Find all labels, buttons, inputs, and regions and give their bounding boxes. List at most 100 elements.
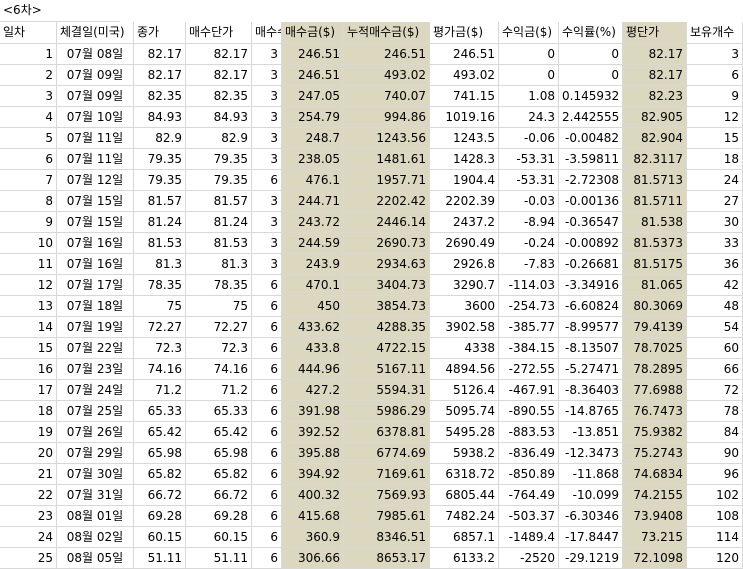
table-cell[interactable]: -3.59811 <box>559 149 623 170</box>
table-cell[interactable]: 76.7473 <box>623 401 687 422</box>
table-cell[interactable]: 72.1098 <box>623 548 687 569</box>
table-cell[interactable]: 7169.61 <box>344 464 430 485</box>
table-cell[interactable]: 15 <box>0 338 57 359</box>
table-cell[interactable]: 3 <box>252 128 282 149</box>
table-cell[interactable]: 78 <box>687 401 743 422</box>
table-cell[interactable]: 79.35 <box>134 170 186 191</box>
table-cell[interactable]: 2690.73 <box>344 233 430 254</box>
table-cell[interactable]: 395.88 <box>282 443 344 464</box>
table-cell[interactable]: 5126.4 <box>430 380 499 401</box>
table-cell[interactable]: 6 <box>252 170 282 191</box>
table-cell[interactable]: 79.35 <box>186 170 252 191</box>
table-cell[interactable]: 66.72 <box>134 485 186 506</box>
table-cell[interactable]: 78.35 <box>134 275 186 296</box>
table-cell[interactable]: 84 <box>687 422 743 443</box>
table-cell[interactable]: 81.3 <box>186 254 252 275</box>
table-cell[interactable]: 07월 19일 <box>57 317 134 338</box>
table-cell[interactable]: -890.55 <box>499 401 559 422</box>
table-cell[interactable]: -2520 <box>499 548 559 569</box>
table-cell[interactable]: 3404.73 <box>344 275 430 296</box>
table-cell[interactable]: 238.05 <box>282 149 344 170</box>
table-cell[interactable]: 82.23 <box>623 86 687 107</box>
table-cell[interactable]: 07월 09일 <box>57 86 134 107</box>
table-cell[interactable]: 80.3069 <box>623 296 687 317</box>
table-cell[interactable]: 65.82 <box>134 464 186 485</box>
table-cell[interactable]: 60 <box>687 338 743 359</box>
table-cell[interactable]: 90 <box>687 443 743 464</box>
table-cell[interactable]: -11.868 <box>559 464 623 485</box>
table-cell[interactable]: 42 <box>687 275 743 296</box>
table-cell[interactable]: 07월 23일 <box>57 359 134 380</box>
table-cell[interactable]: -0.00892 <box>559 233 623 254</box>
table-cell[interactable]: 19 <box>0 422 57 443</box>
table-cell[interactable]: 3902.58 <box>430 317 499 338</box>
table-cell[interactable]: 8346.51 <box>344 527 430 548</box>
table-cell[interactable]: 7482.24 <box>430 506 499 527</box>
table-cell[interactable]: 23 <box>0 506 57 527</box>
table-cell[interactable]: 75.9382 <box>623 422 687 443</box>
spreadsheet-grid[interactable]: <6차> 일차체결일(미국)종가매수단가매수수매수금($)누적매수금($)평가금… <box>0 0 743 569</box>
table-cell[interactable]: 2446.14 <box>344 212 430 233</box>
table-cell[interactable]: -385.77 <box>499 317 559 338</box>
table-cell[interactable]: 69.28 <box>134 506 186 527</box>
table-cell[interactable]: -0.00482 <box>559 128 623 149</box>
table-cell[interactable]: 6 <box>252 317 282 338</box>
table-cell[interactable]: 96 <box>687 464 743 485</box>
table-cell[interactable]: 6 <box>252 359 282 380</box>
table-cell[interactable]: -6.60824 <box>559 296 623 317</box>
table-cell[interactable]: -883.53 <box>499 422 559 443</box>
table-cell[interactable]: 07월 16일 <box>57 233 134 254</box>
table-cell[interactable]: 69.28 <box>186 506 252 527</box>
table-cell[interactable]: 30 <box>687 212 743 233</box>
table-cell[interactable]: 36 <box>687 254 743 275</box>
table-cell[interactable]: 81.53 <box>134 233 186 254</box>
table-cell[interactable]: 73.9408 <box>623 506 687 527</box>
table-cell[interactable]: 25 <box>0 548 57 569</box>
table-cell[interactable]: 66.72 <box>186 485 252 506</box>
table-cell[interactable]: 72.3 <box>186 338 252 359</box>
table-cell[interactable]: 2.442555 <box>559 107 623 128</box>
table-cell[interactable]: 74.2155 <box>623 485 687 506</box>
table-cell[interactable]: 81.3 <box>134 254 186 275</box>
table-cell[interactable]: 81.5175 <box>623 254 687 275</box>
table-cell[interactable]: 1481.61 <box>344 149 430 170</box>
table-cell[interactable]: 4722.15 <box>344 338 430 359</box>
table-cell[interactable]: 66 <box>687 359 743 380</box>
table-cell[interactable]: 9 <box>0 212 57 233</box>
table-cell[interactable]: 243.9 <box>282 254 344 275</box>
table-cell[interactable]: 6 <box>252 485 282 506</box>
table-cell[interactable]: 78.7025 <box>623 338 687 359</box>
table-cell[interactable]: 741.15 <box>430 86 499 107</box>
table-cell[interactable]: -8.99577 <box>559 317 623 338</box>
table-cell[interactable]: 12 <box>687 107 743 128</box>
table-cell[interactable]: 1428.3 <box>430 149 499 170</box>
table-cell[interactable]: 1.08 <box>499 86 559 107</box>
table-cell[interactable]: -6.30346 <box>559 506 623 527</box>
table-cell[interactable]: 3 <box>252 233 282 254</box>
table-cell[interactable]: 3 <box>0 86 57 107</box>
table-cell[interactable]: 243.72 <box>282 212 344 233</box>
column-header[interactable]: 매수단가 <box>186 22 252 44</box>
table-cell[interactable]: 415.68 <box>282 506 344 527</box>
table-cell[interactable]: 07월 17일 <box>57 275 134 296</box>
table-cell[interactable]: -8.13507 <box>559 338 623 359</box>
table-cell[interactable]: 74.16 <box>186 359 252 380</box>
table-cell[interactable]: 72.27 <box>186 317 252 338</box>
table-cell[interactable]: 9 <box>687 86 743 107</box>
table-cell[interactable]: 444.96 <box>282 359 344 380</box>
table-cell[interactable]: 60.15 <box>186 527 252 548</box>
table-cell[interactable]: 400.32 <box>282 485 344 506</box>
column-header[interactable]: 보유개수 <box>687 22 743 44</box>
table-cell[interactable]: 470.1 <box>282 275 344 296</box>
table-cell[interactable]: -7.83 <box>499 254 559 275</box>
table-cell[interactable]: 7 <box>0 170 57 191</box>
table-cell[interactable]: 3 <box>252 191 282 212</box>
table-cell[interactable]: 3 <box>252 44 282 65</box>
table-cell[interactable]: 3 <box>687 44 743 65</box>
table-cell[interactable]: 07월 22일 <box>57 338 134 359</box>
table-cell[interactable]: -850.89 <box>499 464 559 485</box>
table-cell[interactable]: 433.8 <box>282 338 344 359</box>
table-cell[interactable]: 82.17 <box>623 44 687 65</box>
table-cell[interactable]: 79.4139 <box>623 317 687 338</box>
table-cell[interactable]: 08월 05일 <box>57 548 134 569</box>
